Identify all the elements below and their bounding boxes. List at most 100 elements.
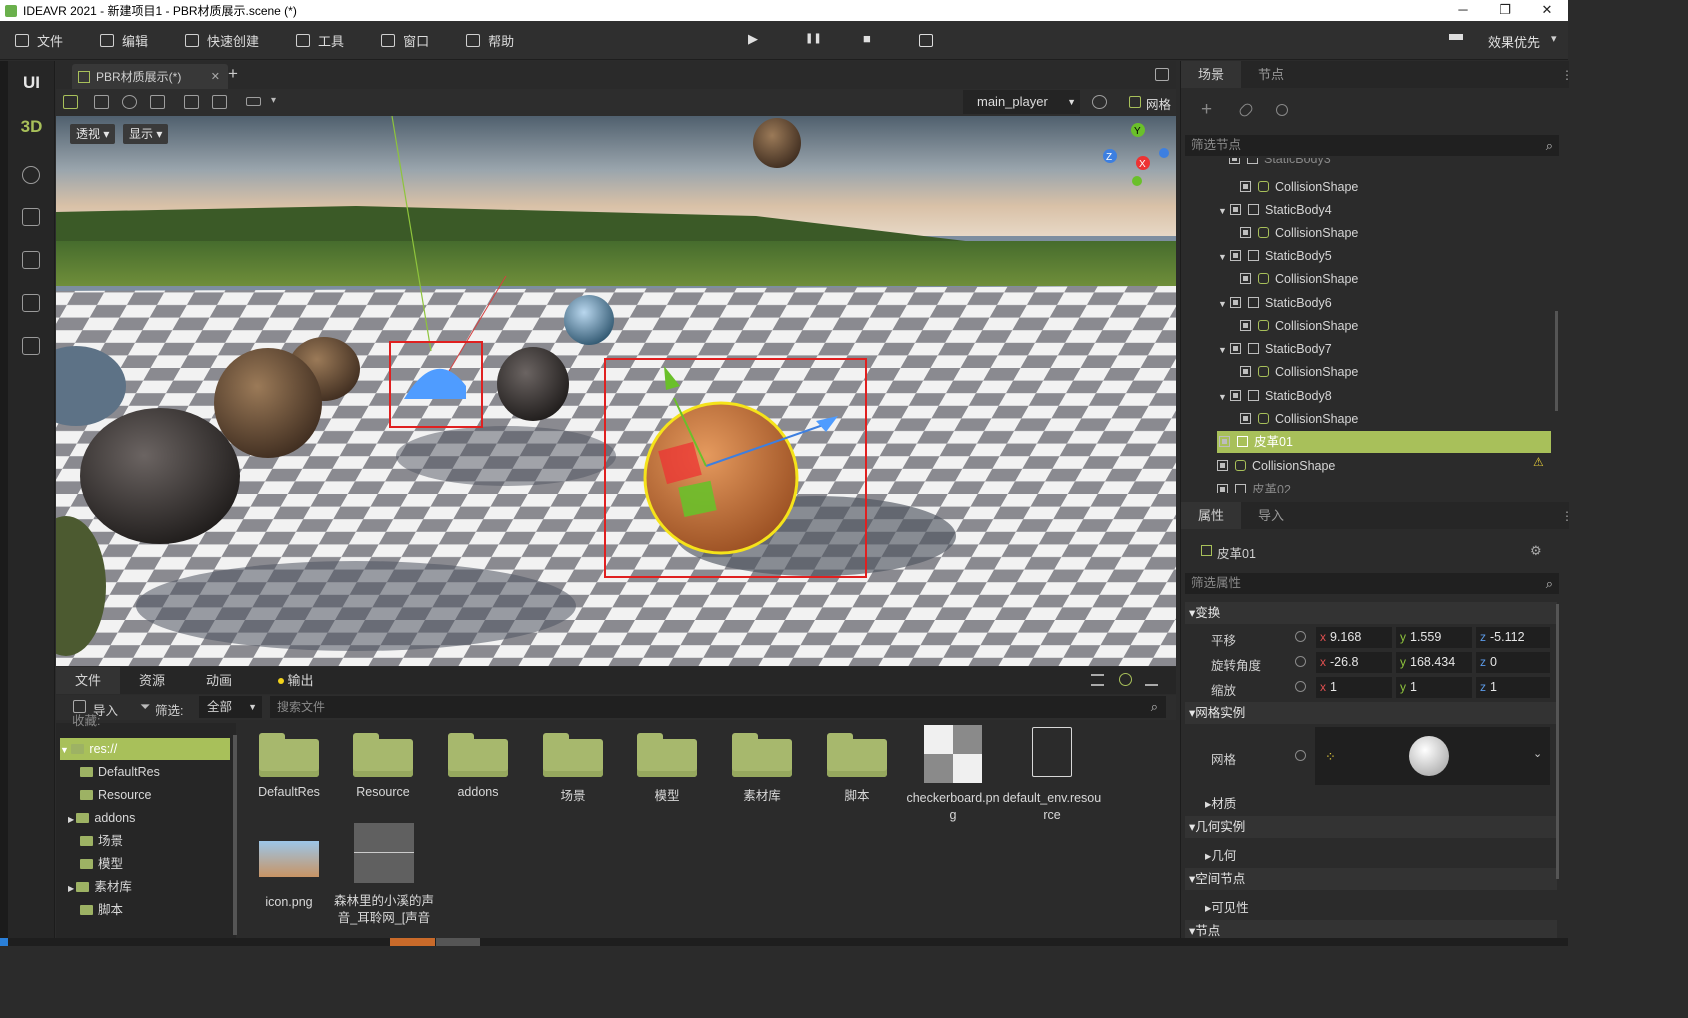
section-node[interactable]: ▾节点	[1185, 920, 1557, 938]
tree-node[interactable]: CollisionShape	[1240, 176, 1358, 198]
scale-x[interactable]: x1	[1316, 677, 1392, 698]
perspective-menu[interactable]: 透视 ▾	[70, 124, 116, 144]
stop-button[interactable]: ■	[863, 31, 871, 46]
section-mesh-instance[interactable]: ▾网格实例	[1185, 702, 1557, 724]
local-space-icon[interactable]	[184, 95, 199, 109]
tab-output[interactable]: 输出	[266, 667, 326, 694]
visibility-checkbox[interactable]	[1240, 273, 1251, 284]
file-folder-scene[interactable]: 场景	[528, 729, 618, 804]
pause-button[interactable]: ❚❚	[805, 33, 822, 44]
scene-tree-scrollbar[interactable]	[1555, 311, 1558, 411]
reset-icon[interactable]	[1295, 750, 1306, 761]
settings-gear-icon[interactable]	[1092, 95, 1107, 109]
tree-node[interactable]: 皮革02	[1217, 479, 1291, 493]
scale-y[interactable]: y1	[1396, 677, 1472, 698]
visibility-checkbox[interactable]	[1240, 227, 1251, 238]
tree-node[interactable]: CollisionShape	[1240, 361, 1358, 383]
tree-item-addons[interactable]: ▶ addons	[68, 807, 246, 829]
visibility-checkbox[interactable]	[1219, 436, 1230, 447]
movie-maker-button[interactable]	[919, 34, 933, 47]
visibility-checkbox[interactable]	[1240, 320, 1251, 331]
visibility-checkbox[interactable]	[1240, 181, 1251, 192]
add-node-button[interactable]: +	[1201, 99, 1212, 121]
play-button[interactable]: ▶	[748, 31, 758, 47]
reset-icon[interactable]	[1295, 631, 1306, 642]
menu-window[interactable]: 窗口	[381, 31, 429, 50]
visibility-checkbox[interactable]	[1240, 413, 1251, 424]
file-folder-model[interactable]: 模型	[622, 729, 712, 804]
tree-node-staticbody3[interactable]: StaticBody3	[1229, 158, 1331, 170]
menu-quick-create[interactable]: 快速创建	[185, 31, 259, 50]
visibility-checkbox[interactable]	[1230, 250, 1241, 261]
download-icon[interactable]	[1145, 673, 1158, 686]
tree-node[interactable]: CollisionShape	[1217, 455, 1335, 477]
visibility-group[interactable]: ▸可见性	[1205, 897, 1249, 916]
link-icon[interactable]	[1237, 101, 1255, 119]
tab-import[interactable]: 导入	[1241, 502, 1301, 529]
minimize-button[interactable]: ─	[1442, 0, 1484, 21]
maximize-button[interactable]: ❐	[1484, 0, 1526, 21]
file-folder-script[interactable]: 脚本	[812, 729, 902, 804]
tab-resources[interactable]: 资源	[120, 667, 184, 694]
visibility-checkbox[interactable]	[1230, 343, 1241, 354]
file-folder-defaultres[interactable]: DefaultRes	[244, 729, 334, 799]
warning-icon[interactable]: ⚠	[1533, 455, 1544, 469]
tree-item-scene[interactable]: 场景	[80, 830, 258, 852]
tree-node[interactable]: ▼ StaticBody6	[1218, 292, 1332, 314]
grid-view-icon[interactable]	[1119, 673, 1132, 686]
tree-item-script[interactable]: 脚本	[80, 899, 258, 921]
ruler-icon[interactable]	[246, 97, 261, 106]
tree-item-resource[interactable]: Resource	[80, 784, 258, 806]
ui-mode-button[interactable]: UI	[8, 73, 55, 93]
menu-file[interactable]: 文件	[15, 31, 63, 50]
display-menu[interactable]: 显示 ▾	[123, 124, 169, 144]
geometry-group[interactable]: ▸几何	[1205, 845, 1236, 864]
material-group[interactable]: ▸材质	[1205, 793, 1236, 812]
quality-dropdown-icon[interactable]: ▾	[1551, 32, 1557, 45]
tree-node[interactable]: ▼ StaticBody5	[1218, 245, 1332, 267]
3d-viewport[interactable]: Y X Z 透视 ▾ 显示 ▾	[56, 116, 1176, 666]
close-window-button[interactable]: ✕	[1526, 0, 1568, 21]
rotation-y[interactable]: y 168.434	[1396, 652, 1472, 673]
quality-mode-select[interactable]: 效果优先	[1488, 32, 1540, 51]
add-tab-button[interactable]: +	[228, 64, 238, 84]
snap-icon[interactable]	[212, 95, 227, 109]
translation-x[interactable]: x 9.168	[1316, 627, 1392, 648]
visibility-checkbox[interactable]	[1230, 204, 1241, 215]
rotation-z[interactable]: z0	[1476, 652, 1550, 673]
scale-z[interactable]: z1	[1476, 677, 1550, 698]
file-folder-resource[interactable]: Resource	[338, 729, 428, 799]
camera-select[interactable]: main_player ▼	[963, 90, 1080, 114]
select-tool-icon[interactable]	[63, 95, 78, 109]
fullscreen-icon[interactable]	[1155, 68, 1169, 81]
tree-item-defaultres[interactable]: DefaultRes	[80, 761, 258, 783]
tab-animation[interactable]: 动画	[184, 667, 254, 694]
move-tool-icon[interactable]	[94, 95, 109, 109]
rotate-tool-icon[interactable]	[122, 95, 137, 109]
3d-mode-button[interactable]: 3D	[8, 117, 55, 137]
tree-node[interactable]: ▼ StaticBody4	[1218, 199, 1332, 221]
section-geometry-instance[interactable]: ▾几何实例	[1185, 816, 1557, 838]
tree-item-library[interactable]: ▶ 素材库	[68, 876, 246, 898]
close-tab-button[interactable]: ✕	[211, 70, 220, 83]
tree-node-selected[interactable]: 皮革01	[1217, 431, 1551, 453]
tree-item-res[interactable]: ▼ res://	[60, 738, 230, 760]
tab-properties[interactable]: 属性	[1181, 502, 1241, 529]
inspector-scrollbar[interactable]	[1556, 604, 1559, 879]
tree-node[interactable]: ▼ StaticBody8	[1218, 385, 1332, 407]
instance-icon[interactable]	[1276, 104, 1288, 116]
settings-sliders-icon[interactable]: ⚙	[1530, 543, 1542, 559]
grid-toggle[interactable]: 网格	[1146, 94, 1171, 113]
visibility-checkbox[interactable]	[1217, 460, 1228, 471]
visibility-checkbox[interactable]	[1240, 366, 1251, 377]
search-files-input[interactable]: 搜索文件 ⌕	[270, 696, 1166, 718]
tree-node[interactable]: CollisionShape	[1240, 222, 1358, 244]
reset-icon[interactable]	[1295, 681, 1306, 692]
translation-y[interactable]: y 1.559	[1396, 627, 1472, 648]
list-view-icon[interactable]	[1091, 674, 1104, 686]
tab-files[interactable]: 文件	[56, 667, 120, 694]
file-checkerboard[interactable]: checkerboard.png	[906, 725, 1000, 824]
scale-tool-icon[interactable]	[150, 95, 165, 109]
tree-node[interactable]: CollisionShape	[1240, 268, 1358, 290]
mesh-resource-picker[interactable]: ⁘ ⌄	[1315, 727, 1550, 785]
